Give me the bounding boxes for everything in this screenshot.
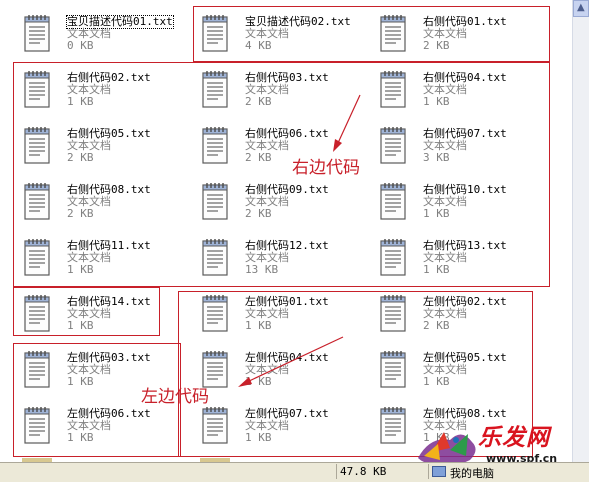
file-item[interactable]: 宝贝描述代码01.txt 文本文档 0 KB xyxy=(14,8,190,60)
text-file-icon xyxy=(378,348,408,390)
watermark-text: 乐发网 xyxy=(478,424,550,451)
text-file-icon xyxy=(22,68,52,110)
file-item[interactable]: 右侧代码01.txt 文本文档 2 KB xyxy=(370,8,546,60)
text-file-icon xyxy=(378,68,408,110)
status-location: 我的电脑 xyxy=(450,467,494,480)
file-item[interactable]: 右侧代码05.txt 文本文档 2 KB xyxy=(14,120,190,172)
my-computer-icon xyxy=(432,466,446,477)
file-size: 2 KB xyxy=(245,207,272,220)
file-size: 2 KB xyxy=(423,319,450,332)
text-file-icon xyxy=(378,404,408,446)
file-size: 1 KB xyxy=(67,375,94,388)
file-size: 1 KB xyxy=(245,431,272,444)
scroll-up-button[interactable]: ▲ xyxy=(573,0,589,17)
file-item[interactable]: 左侧代码04.txt 文本文档 1 KB xyxy=(192,344,368,396)
text-file-icon xyxy=(200,124,230,166)
file-item[interactable]: 左侧代码07.txt 文本文档 1 KB xyxy=(192,400,368,452)
file-size: 2 KB xyxy=(245,151,272,164)
status-total-size: 47.8 KB xyxy=(340,465,387,478)
file-item[interactable]: 左侧代码05.txt 文本文档 1 KB xyxy=(370,344,546,396)
text-file-icon xyxy=(22,12,52,54)
text-file-icon xyxy=(378,180,408,222)
vertical-scrollbar[interactable] xyxy=(572,0,589,462)
watermark-url: www.spf.cn xyxy=(486,452,558,462)
file-item[interactable]: 左侧代码02.txt 文本文档 2 KB xyxy=(370,288,546,340)
text-file-icon xyxy=(200,404,230,446)
text-file-icon xyxy=(378,124,408,166)
file-item[interactable]: 右侧代码14.txt 文本文档 1 KB xyxy=(14,288,190,340)
file-item[interactable]: 右侧代码04.txt 文本文档 1 KB xyxy=(370,64,546,116)
text-file-icon xyxy=(378,236,408,278)
text-file-icon xyxy=(22,292,52,334)
annotation-right-code-label: 右边代码 xyxy=(292,158,360,178)
file-item[interactable]: 右侧代码11.txt 文本文档 1 KB xyxy=(14,232,190,284)
file-item[interactable]: 右侧代码03.txt 文本文档 2 KB xyxy=(192,64,368,116)
file-size: 1 KB xyxy=(245,319,272,332)
file-size: 2 KB xyxy=(423,39,450,52)
file-size: 1 KB xyxy=(67,319,94,332)
text-file-icon xyxy=(378,12,408,54)
file-item[interactable]: 右侧代码02.txt 文本文档 1 KB xyxy=(14,64,190,116)
status-bar xyxy=(0,462,589,482)
file-item[interactable]: 右侧代码12.txt 文本文档 13 KB xyxy=(192,232,368,284)
text-file-icon xyxy=(200,292,230,334)
chevron-up-icon: ▲ xyxy=(577,2,585,13)
status-separator xyxy=(428,464,429,479)
file-size: 4 KB xyxy=(245,39,272,52)
file-size: 1 KB xyxy=(423,375,450,388)
status-separator xyxy=(336,464,337,479)
file-size: 1 KB xyxy=(67,263,94,276)
text-file-icon xyxy=(200,180,230,222)
text-file-icon xyxy=(200,68,230,110)
text-file-icon xyxy=(22,236,52,278)
file-size: 2 KB xyxy=(245,95,272,108)
file-size: 1 KB xyxy=(245,375,272,388)
text-file-icon xyxy=(378,292,408,334)
file-item[interactable]: 右侧代码07.txt 文本文档 3 KB xyxy=(370,120,546,172)
file-size: 3 KB xyxy=(423,151,450,164)
file-size: 1 KB xyxy=(423,95,450,108)
file-item[interactable]: 左侧代码06.txt 文本文档 1 KB xyxy=(14,400,190,452)
file-item[interactable]: 右侧代码08.txt 文本文档 2 KB xyxy=(14,176,190,228)
annotation-left-code-label: 左边代码 xyxy=(141,387,209,407)
file-size: 1 KB xyxy=(67,431,94,444)
file-item[interactable]: 右侧代码09.txt 文本文档 2 KB xyxy=(192,176,368,228)
file-size: 1 KB xyxy=(67,95,94,108)
file-size: 2 KB xyxy=(67,207,94,220)
text-file-icon xyxy=(200,236,230,278)
file-size: 1 KB xyxy=(423,207,450,220)
file-item[interactable]: 左侧代码01.txt 文本文档 1 KB xyxy=(192,288,368,340)
file-size: 13 KB xyxy=(245,263,279,276)
file-list-view[interactable]: 宝贝描述代码01.txt 文本文档 0 KB 宝贝描述代码02.txt 文本文档… xyxy=(0,0,572,462)
text-file-icon xyxy=(22,348,52,390)
text-file-icon xyxy=(22,180,52,222)
file-size: 1 KB xyxy=(423,263,450,276)
text-file-icon xyxy=(200,12,230,54)
text-file-icon xyxy=(22,404,52,446)
text-file-icon xyxy=(22,124,52,166)
file-item[interactable]: 右侧代码13.txt 文本文档 1 KB xyxy=(370,232,546,284)
file-size: 0 KB xyxy=(67,39,94,52)
file-size: 2 KB xyxy=(67,151,94,164)
file-item[interactable]: 右侧代码10.txt 文本文档 1 KB xyxy=(370,176,546,228)
file-item[interactable]: 宝贝描述代码02.txt 文本文档 4 KB xyxy=(192,8,368,60)
